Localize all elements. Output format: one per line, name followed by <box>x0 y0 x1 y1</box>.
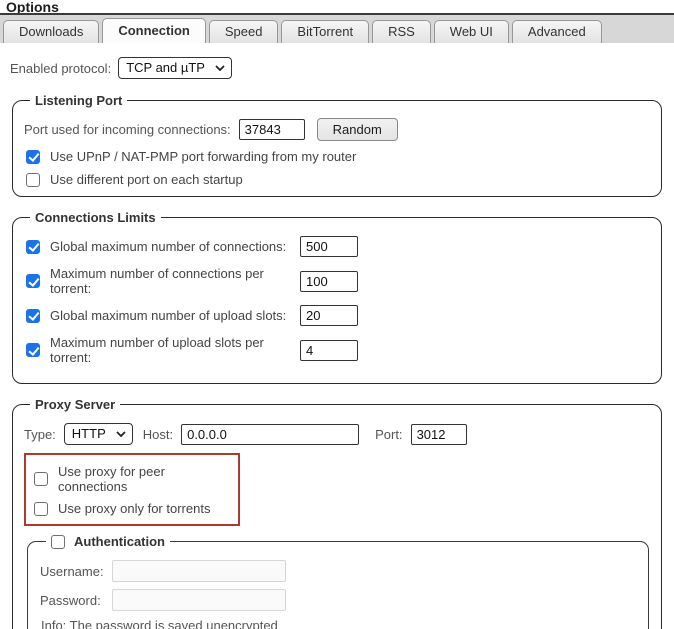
different-port-label: Use different port on each startup <box>50 172 243 187</box>
connections-limits-section: Connections Limits Global maximum number… <box>12 210 662 384</box>
tab-advanced[interactable]: Advanced <box>512 20 602 43</box>
proxy-peer-connections-checkbox[interactable] <box>34 472 48 486</box>
proxy-port-input[interactable] <box>411 424 467 445</box>
proxy-type-select[interactable]: HTTP <box>64 423 133 445</box>
max-connections-per-torrent-row: Maximum number of connections per torren… <box>26 266 651 296</box>
proxy-only-torrents-checkbox[interactable] <box>34 502 48 516</box>
tab-webui[interactable]: Web UI <box>434 20 509 43</box>
proxy-host-label: Host: <box>143 427 173 442</box>
proxy-server-section: Proxy Server Type: HTTP Host: Port: Use … <box>12 397 662 629</box>
global-max-connections-label: Global maximum number of connections: <box>50 239 300 254</box>
proxy-options-highlight-box: Use proxy for peer connections Use proxy… <box>24 453 240 526</box>
proxy-peer-connections-row: Use proxy for peer connections <box>34 464 232 494</box>
tab-speed[interactable]: Speed <box>209 20 279 43</box>
upnp-checkbox[interactable] <box>26 150 40 164</box>
connections-limits-legend: Connections Limits <box>30 210 161 225</box>
proxy-host-input[interactable] <box>181 424 359 445</box>
global-max-upload-slots-checkbox[interactable] <box>26 309 40 323</box>
username-row: Username: <box>40 560 636 582</box>
different-port-row: Use different port on each startup <box>26 172 651 187</box>
listening-port-section: Listening Port Port used for incoming co… <box>12 93 662 197</box>
password-row: Password: <box>40 589 636 611</box>
tab-rss[interactable]: RSS <box>372 20 431 43</box>
window-title-bar: Options <box>0 0 674 15</box>
password-info-text: Info: The password is saved unencrypted <box>41 618 636 629</box>
authentication-section: Authentication Username: Password: Info:… <box>27 534 649 629</box>
tab-downloads[interactable]: Downloads <box>3 20 99 43</box>
chevron-down-icon <box>215 65 225 71</box>
incoming-port-row: Port used for incoming connections: Rand… <box>24 118 651 141</box>
username-input[interactable] <box>112 560 286 582</box>
username-label: Username: <box>40 564 112 579</box>
proxy-only-torrents-label: Use proxy only for torrents <box>58 501 210 516</box>
max-upload-slots-per-torrent-input[interactable] <box>300 340 358 361</box>
max-connections-per-torrent-checkbox[interactable] <box>26 274 40 288</box>
tab-connection[interactable]: Connection <box>102 18 206 43</box>
incoming-port-label: Port used for incoming connections: <box>24 122 231 137</box>
proxy-server-legend: Proxy Server <box>30 397 120 412</box>
global-max-upload-slots-input[interactable] <box>300 305 358 326</box>
global-max-upload-slots-row: Global maximum number of upload slots: <box>26 305 651 326</box>
upnp-row: Use UPnP / NAT-PMP port forwarding from … <box>26 149 651 164</box>
proxy-port-label: Port: <box>375 427 402 442</box>
enabled-protocol-select[interactable]: TCP and µTP <box>118 57 232 79</box>
upnp-label: Use UPnP / NAT-PMP port forwarding from … <box>50 149 356 164</box>
options-tab-bar: Downloads Connection Speed BitTorrent RS… <box>0 15 674 43</box>
incoming-port-input[interactable] <box>239 119 305 140</box>
proxy-type-value: HTTP <box>72 426 106 441</box>
authentication-fields: Username: Password: Info: The password i… <box>40 560 636 629</box>
chevron-down-icon <box>116 431 126 437</box>
different-port-checkbox[interactable] <box>26 173 40 187</box>
enabled-protocol-row: Enabled protocol: TCP and µTP <box>10 57 666 79</box>
max-connections-per-torrent-label: Maximum number of connections per torren… <box>50 266 300 296</box>
authentication-legend-label: Authentication <box>74 534 165 549</box>
password-label: Password: <box>40 593 112 608</box>
authentication-legend: Authentication <box>46 534 170 549</box>
tab-bittorrent[interactable]: BitTorrent <box>281 20 369 43</box>
global-max-connections-row: Global maximum number of connections: <box>26 236 651 257</box>
max-upload-slots-per-torrent-label: Maximum number of upload slots per torre… <box>50 335 300 365</box>
enabled-protocol-value: TCP and µTP <box>126 60 205 75</box>
listening-port-legend: Listening Port <box>30 93 127 108</box>
max-connections-per-torrent-input[interactable] <box>300 271 358 292</box>
global-max-connections-checkbox[interactable] <box>26 240 40 254</box>
max-upload-slots-per-torrent-checkbox[interactable] <box>26 343 40 357</box>
random-port-button[interactable]: Random <box>317 118 398 141</box>
proxy-peer-connections-label: Use proxy for peer connections <box>58 464 232 494</box>
password-input[interactable] <box>112 589 286 611</box>
authentication-checkbox[interactable] <box>51 535 65 549</box>
enabled-protocol-label: Enabled protocol: <box>10 61 111 76</box>
global-max-upload-slots-label: Global maximum number of upload slots: <box>50 308 300 323</box>
page-title: Options <box>6 0 59 15</box>
proxy-only-torrents-row: Use proxy only for torrents <box>34 501 232 516</box>
max-upload-slots-per-torrent-row: Maximum number of upload slots per torre… <box>26 335 651 365</box>
proxy-type-label: Type: <box>24 427 56 442</box>
connection-settings-panel: Enabled protocol: TCP and µTP Listening … <box>0 43 674 629</box>
proxy-config-row: Type: HTTP Host: Port: <box>24 423 651 445</box>
global-max-connections-input[interactable] <box>300 236 358 257</box>
